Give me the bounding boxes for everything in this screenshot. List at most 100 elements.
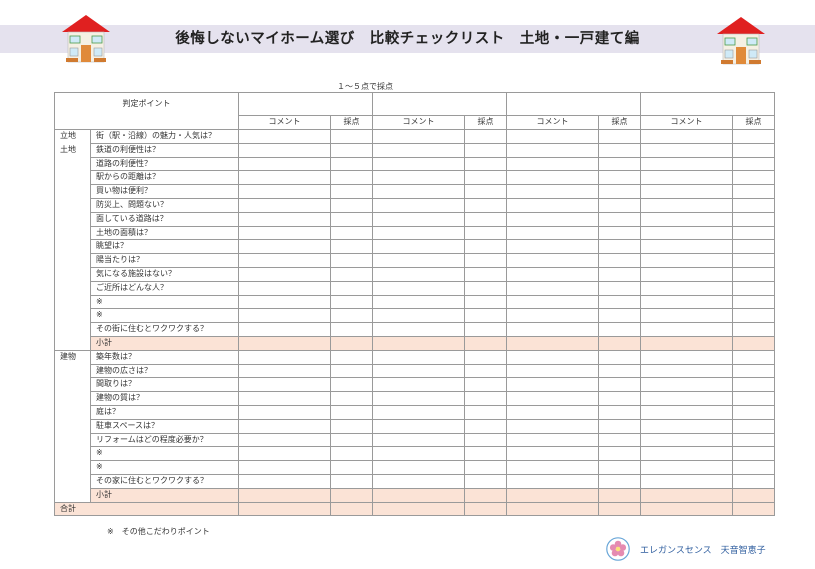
score-cell[interactable] xyxy=(330,266,373,282)
score-cell[interactable] xyxy=(464,473,507,489)
score-cell[interactable] xyxy=(732,391,775,406)
score-cell[interactable] xyxy=(732,487,775,503)
score-cell[interactable] xyxy=(732,418,775,434)
comment-cell[interactable] xyxy=(238,473,331,489)
comment-cell[interactable] xyxy=(238,487,331,503)
comment-cell[interactable] xyxy=(372,142,465,158)
score-cell[interactable] xyxy=(330,308,373,324)
comment-cell[interactable] xyxy=(640,280,733,296)
score-cell[interactable] xyxy=(598,335,641,351)
score-cell[interactable] xyxy=(464,294,507,310)
score-cell[interactable] xyxy=(598,418,641,434)
score-cell[interactable] xyxy=(598,170,641,186)
score-cell[interactable] xyxy=(598,432,641,448)
score-cell[interactable] xyxy=(464,266,507,282)
comment-cell[interactable] xyxy=(506,239,599,255)
comment-cell[interactable] xyxy=(640,129,733,144)
comment-cell[interactable] xyxy=(640,487,733,503)
comment-cell[interactable] xyxy=(238,266,331,282)
comment-cell[interactable] xyxy=(372,156,465,172)
comment-cell[interactable] xyxy=(640,363,733,379)
score-cell[interactable] xyxy=(464,280,507,296)
comment-cell[interactable] xyxy=(640,197,733,213)
score-cell[interactable] xyxy=(330,446,373,462)
score-cell[interactable] xyxy=(464,239,507,255)
comment-cell[interactable] xyxy=(640,349,733,365)
score-cell[interactable] xyxy=(598,225,641,241)
score-cell[interactable] xyxy=(598,404,641,420)
score-cell[interactable] xyxy=(330,211,373,227)
score-cell[interactable] xyxy=(598,377,641,393)
score-cell[interactable] xyxy=(598,266,641,282)
score-cell[interactable] xyxy=(732,156,775,172)
comment-cell[interactable] xyxy=(506,294,599,310)
score-cell[interactable] xyxy=(330,280,373,296)
comment-cell[interactable] xyxy=(238,377,331,393)
comment-cell[interactable] xyxy=(238,184,331,199)
score-cell[interactable] xyxy=(464,129,507,144)
score-cell[interactable] xyxy=(732,129,775,144)
score-cell[interactable] xyxy=(464,377,507,393)
comment-cell[interactable] xyxy=(506,377,599,393)
comment-cell[interactable] xyxy=(238,432,331,448)
score-cell[interactable] xyxy=(330,156,373,172)
score-cell[interactable] xyxy=(464,225,507,241)
score-cell[interactable] xyxy=(330,432,373,448)
comment-cell[interactable] xyxy=(372,446,465,462)
comment-cell[interactable] xyxy=(506,322,599,337)
score-cell[interactable] xyxy=(464,197,507,213)
score-cell[interactable] xyxy=(598,280,641,296)
score-cell[interactable] xyxy=(464,211,507,227)
score-cell[interactable] xyxy=(732,473,775,489)
score-cell[interactable] xyxy=(464,322,507,337)
comment-cell[interactable] xyxy=(640,253,733,268)
score-cell[interactable] xyxy=(598,142,641,158)
comment-cell[interactable] xyxy=(372,418,465,434)
score-cell[interactable] xyxy=(330,377,373,393)
comment-cell[interactable] xyxy=(372,460,465,475)
score-cell[interactable] xyxy=(598,446,641,462)
comment-cell[interactable] xyxy=(506,142,599,158)
score-cell[interactable] xyxy=(464,460,507,475)
score-cell[interactable] xyxy=(330,294,373,310)
comment-cell[interactable] xyxy=(238,142,331,158)
score-cell[interactable] xyxy=(598,129,641,144)
comment-cell[interactable] xyxy=(372,363,465,379)
score-cell[interactable] xyxy=(598,391,641,406)
comment-cell[interactable] xyxy=(506,349,599,365)
score-cell[interactable] xyxy=(732,349,775,365)
score-cell[interactable] xyxy=(732,294,775,310)
comment-cell[interactable] xyxy=(372,225,465,241)
candidate-name-cell[interactable] xyxy=(506,92,641,116)
score-cell[interactable] xyxy=(732,308,775,324)
candidate-name-cell[interactable] xyxy=(238,92,373,116)
comment-cell[interactable] xyxy=(506,170,599,186)
comment-cell[interactable] xyxy=(640,335,733,351)
score-cell[interactable] xyxy=(330,253,373,268)
score-cell[interactable] xyxy=(464,253,507,268)
score-cell[interactable] xyxy=(598,184,641,199)
score-cell[interactable] xyxy=(464,432,507,448)
comment-cell[interactable] xyxy=(372,211,465,227)
comment-cell[interactable] xyxy=(238,501,331,517)
score-cell[interactable] xyxy=(330,473,373,489)
comment-cell[interactable] xyxy=(372,335,465,351)
score-cell[interactable] xyxy=(732,239,775,255)
comment-cell[interactable] xyxy=(238,308,331,324)
comment-cell[interactable] xyxy=(238,280,331,296)
comment-cell[interactable] xyxy=(372,170,465,186)
score-cell[interactable] xyxy=(598,322,641,337)
score-cell[interactable] xyxy=(598,349,641,365)
comment-cell[interactable] xyxy=(372,322,465,337)
comment-cell[interactable] xyxy=(372,266,465,282)
comment-cell[interactable] xyxy=(506,335,599,351)
score-cell[interactable] xyxy=(464,391,507,406)
score-cell[interactable] xyxy=(598,308,641,324)
score-cell[interactable] xyxy=(598,211,641,227)
score-cell[interactable] xyxy=(330,391,373,406)
score-cell[interactable] xyxy=(464,170,507,186)
comment-cell[interactable] xyxy=(372,253,465,268)
score-cell[interactable] xyxy=(732,142,775,158)
comment-cell[interactable] xyxy=(238,349,331,365)
score-cell[interactable] xyxy=(464,446,507,462)
